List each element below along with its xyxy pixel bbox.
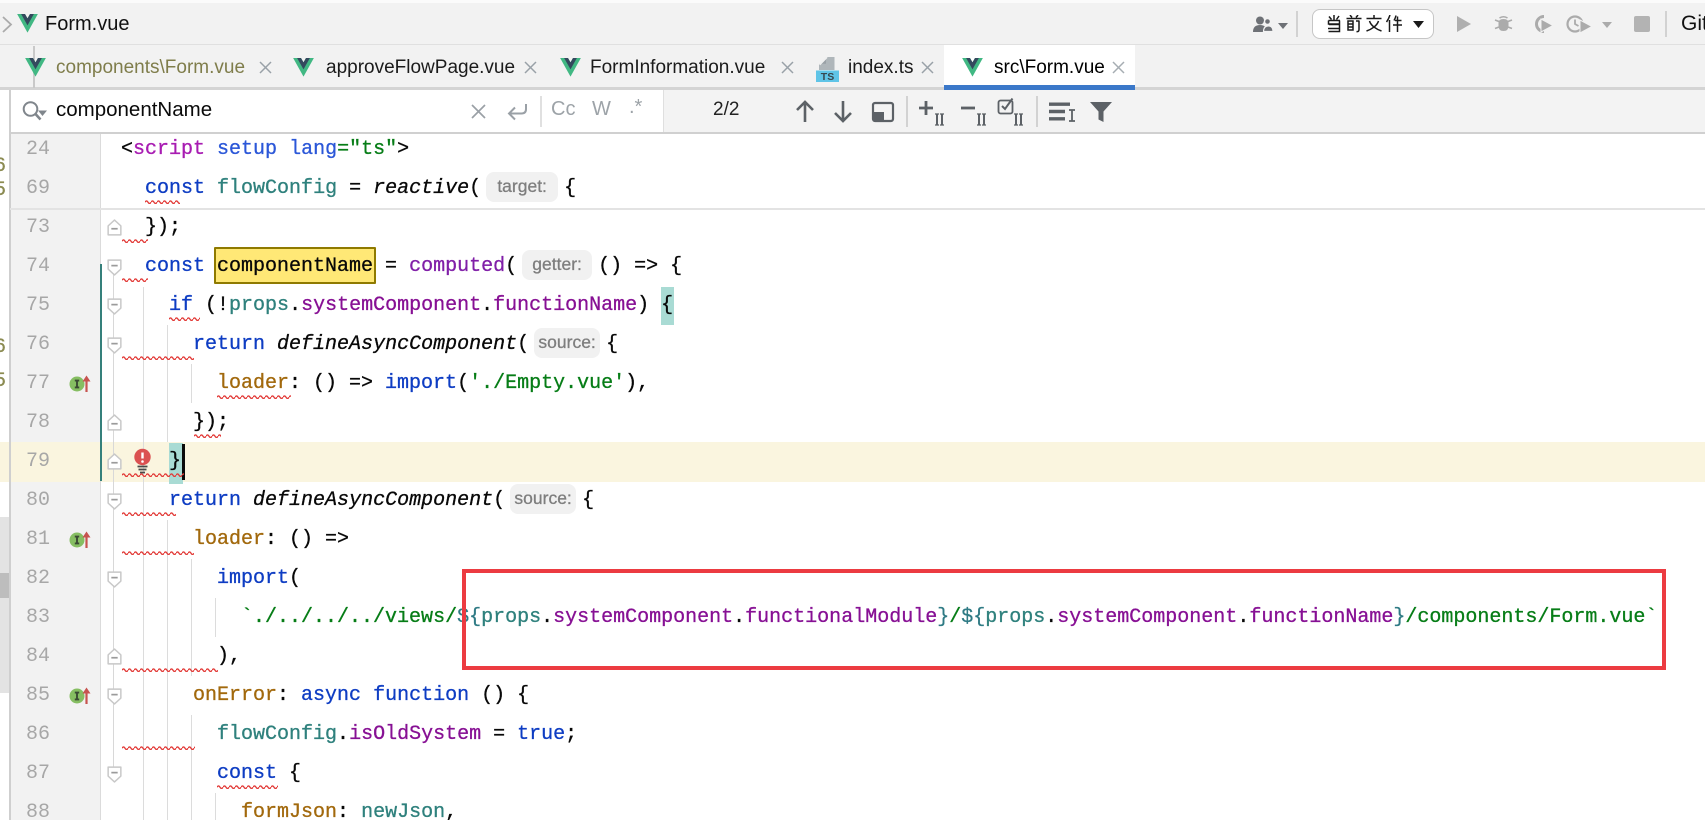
svg-text:TS: TS [821,71,834,83]
